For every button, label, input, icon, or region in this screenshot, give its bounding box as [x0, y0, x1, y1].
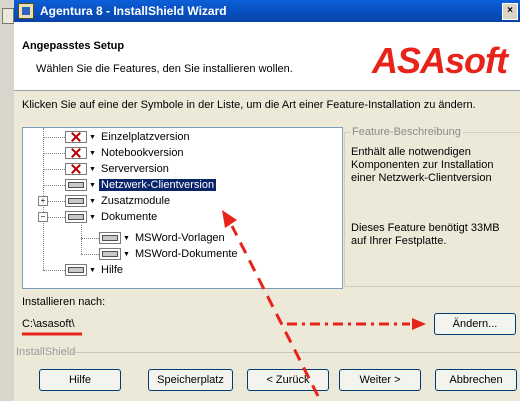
installshield-wizard-window: Agentura 8 - InstallShield Wizard × Ange… [14, 0, 520, 401]
not-installed-icon[interactable] [65, 131, 87, 143]
tree-line [43, 185, 65, 186]
window-title: Agentura 8 - InstallShield Wizard [40, 4, 227, 18]
local-drive-icon[interactable] [65, 195, 87, 207]
tree-line [81, 254, 99, 255]
dropdown-arrow-icon[interactable]: ▼ [122, 248, 131, 260]
feature-row-hilfe[interactable]: ▼ Hilfe [65, 262, 125, 278]
help-button[interactable]: Hilfe [39, 369, 121, 391]
local-drive-icon[interactable] [99, 248, 121, 260]
feature-row-serverversion[interactable]: ▼ Serverversion [65, 161, 171, 177]
feature-row-netzwerk-clientversion[interactable]: ▼ Netzwerk-Clientversion [65, 177, 217, 193]
tree-line [81, 225, 82, 254]
feature-row-dokumente[interactable]: ▼ Dokumente [65, 209, 159, 225]
feature-description-legend: Feature-Beschreibung [350, 126, 463, 138]
feature-row-einzelplatzversion[interactable]: ▼ Einzelplatzversion [65, 129, 192, 145]
feature-label[interactable]: Zusatzmodule [99, 195, 172, 207]
instruction-text: Klicken Sie auf eine der Symbole in der … [22, 99, 476, 111]
feature-row-msword-vorlagen[interactable]: ▼ MSWord-Vorlagen [99, 230, 227, 246]
install-path: C:\asasoft\ [22, 318, 75, 330]
install-location-label: Installieren nach: [22, 296, 106, 308]
next-button[interactable]: Weiter > [339, 369, 421, 391]
separator-line [72, 352, 520, 353]
page-subtitle: Wählen Sie die Features, den Sie install… [36, 63, 293, 75]
feature-label[interactable]: Serverversion [99, 163, 171, 175]
local-drive-icon[interactable] [65, 179, 87, 191]
feature-tree[interactable]: + − ▼ Einzelplatzversion ▼ Notebookversi… [22, 127, 343, 289]
feature-label[interactable]: Dokumente [99, 211, 159, 223]
local-drive-icon[interactable] [65, 264, 87, 276]
tree-line [47, 217, 65, 218]
local-drive-icon[interactable] [65, 211, 87, 223]
local-drive-icon[interactable] [99, 232, 121, 244]
feature-row-notebookversion[interactable]: ▼ Notebookversion [65, 145, 186, 161]
background-window-icon [2, 8, 14, 24]
dropdown-arrow-icon[interactable]: ▼ [88, 195, 97, 207]
collapse-dokumente-icon[interactable]: − [38, 212, 48, 222]
feature-label[interactable]: MSWord-Vorlagen [133, 232, 227, 244]
installer-app-icon [18, 3, 34, 19]
tree-line [43, 153, 65, 154]
feature-label-selected[interactable]: Netzwerk-Clientversion [99, 179, 217, 191]
dropdown-arrow-icon[interactable]: ▼ [88, 131, 97, 143]
disk-space-button[interactable]: Speicherplatz [148, 369, 233, 391]
feature-label[interactable]: Einzelplatzversion [99, 131, 192, 143]
dropdown-arrow-icon[interactable]: ▼ [88, 264, 97, 276]
feature-label[interactable]: Notebookversion [99, 147, 186, 159]
dropdown-arrow-icon[interactable]: ▼ [88, 211, 97, 223]
expand-zusatzmodule-icon[interactable]: + [38, 196, 48, 206]
wizard-header: Angepasstes Setup Wählen Sie die Feature… [14, 22, 520, 91]
tree-line [43, 270, 65, 271]
title-bar[interactable]: Agentura 8 - InstallShield Wizard × [14, 0, 520, 22]
dropdown-arrow-icon[interactable]: ▼ [88, 147, 97, 159]
feature-description-text: Enthält alle notwendigen Komponenten zur… [351, 146, 494, 184]
tree-line [47, 201, 65, 202]
not-installed-icon[interactable] [65, 147, 87, 159]
not-installed-icon[interactable] [65, 163, 87, 175]
background-window-edge [0, 0, 15, 401]
installshield-label: InstallShield [16, 346, 76, 358]
feature-row-zusatzmodule[interactable]: ▼ Zusatzmodule [65, 193, 172, 209]
tree-line [43, 169, 65, 170]
feature-row-msword-dokumente[interactable]: ▼ MSWord-Dokumente [99, 246, 240, 262]
change-location-button[interactable]: Ändern... [434, 313, 516, 335]
tree-line [81, 238, 99, 239]
asasoft-logo: ASAsoft [372, 40, 508, 81]
close-icon[interactable]: × [502, 3, 518, 20]
dropdown-arrow-icon[interactable]: ▼ [88, 179, 97, 191]
feature-label[interactable]: MSWord-Dokumente [133, 248, 240, 260]
page-title: Angepasstes Setup [22, 40, 125, 52]
dropdown-arrow-icon[interactable]: ▼ [122, 232, 131, 244]
feature-space-text: Dieses Feature benötigt 33MB auf Ihrer F… [351, 222, 500, 247]
cancel-button[interactable]: Abbrechen [435, 369, 517, 391]
tree-line [43, 137, 65, 138]
back-button[interactable]: < Zurück [247, 369, 329, 391]
dropdown-arrow-icon[interactable]: ▼ [88, 163, 97, 175]
feature-label[interactable]: Hilfe [99, 264, 125, 276]
